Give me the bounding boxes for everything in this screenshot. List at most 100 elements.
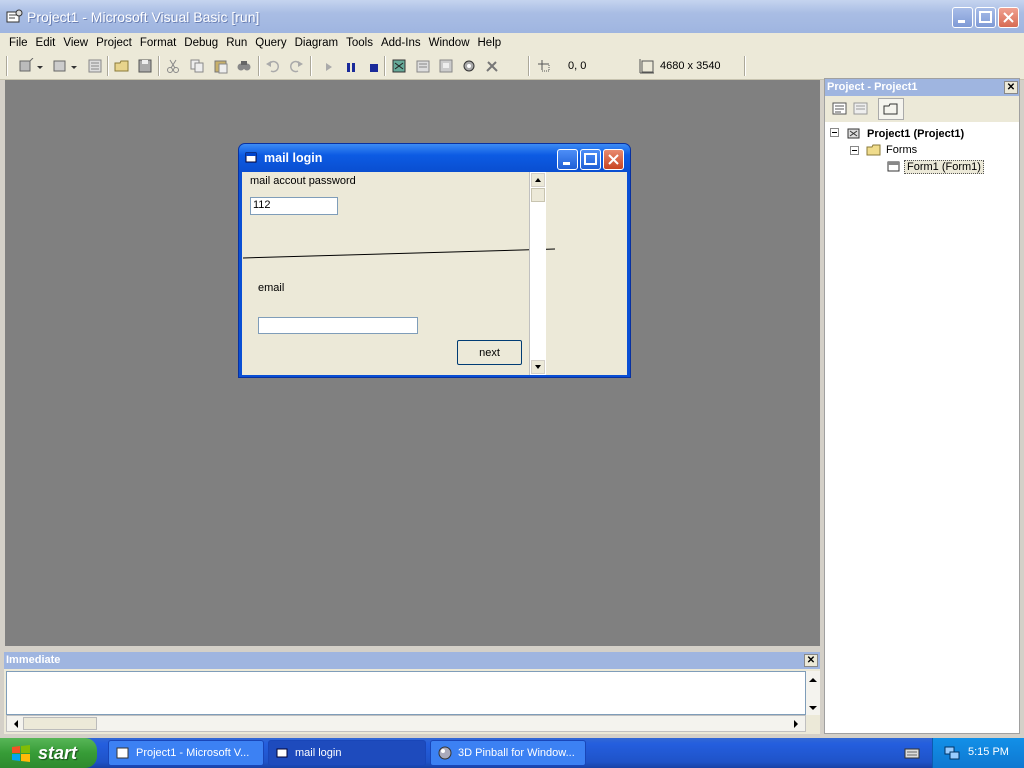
immediate-vertical-scrollbar[interactable] bbox=[806, 671, 820, 715]
menu-edit[interactable]: Edit bbox=[32, 37, 60, 49]
form-title-bar[interactable]: mail login bbox=[239, 144, 630, 172]
break-icon[interactable] bbox=[343, 58, 359, 74]
menu-file[interactable]: File bbox=[5, 37, 32, 49]
arrow-right-icon[interactable] bbox=[789, 717, 803, 731]
toggle-folders-button[interactable] bbox=[878, 98, 904, 120]
tree-form1-item[interactable]: Form1 (Form1) bbox=[904, 160, 984, 174]
project-explorer-toolbar bbox=[825, 96, 1019, 122]
taskbar-mail-login[interactable]: mail login bbox=[268, 740, 426, 766]
mail-login-form: mail login mail accout password 112 emai… bbox=[238, 143, 631, 378]
tree-project-root[interactable]: Project1 (Project1) bbox=[867, 128, 964, 140]
menu-tools[interactable]: Tools bbox=[342, 37, 377, 49]
dropdown-arrow-icon[interactable] bbox=[70, 58, 78, 74]
immediate-horizontal-scrollbar[interactable] bbox=[6, 715, 806, 732]
menu-bar: File Edit View Project Format Debug Run … bbox=[0, 33, 1024, 52]
form-icon bbox=[245, 152, 257, 163]
standard-toolbar: 0, 0 4680 x 3540 bbox=[0, 52, 1024, 80]
scroll-up-button[interactable] bbox=[531, 173, 545, 187]
start-label: start bbox=[38, 742, 78, 763]
undo-icon[interactable] bbox=[265, 58, 281, 74]
menu-editor-icon[interactable] bbox=[87, 58, 103, 74]
toolbox-icon[interactable] bbox=[484, 58, 500, 74]
arrow-up-icon bbox=[535, 178, 541, 182]
folder-icon bbox=[883, 103, 898, 115]
open-project-icon[interactable] bbox=[114, 58, 130, 74]
add-project-icon[interactable] bbox=[18, 58, 34, 74]
form-node-icon bbox=[887, 161, 900, 172]
menu-format[interactable]: Format bbox=[136, 37, 180, 49]
form-layout-icon[interactable] bbox=[438, 58, 454, 74]
horizontal-scroll-thumb[interactable] bbox=[23, 717, 97, 730]
arrow-down-icon[interactable] bbox=[806, 701, 820, 715]
password-label: mail accout password bbox=[250, 175, 356, 187]
tree-forms-folder[interactable]: Forms bbox=[886, 144, 917, 156]
menu-add-ins[interactable]: Add-Ins bbox=[377, 37, 425, 49]
properties-window-icon[interactable] bbox=[415, 58, 431, 74]
immediate-close-button[interactable]: ✕ bbox=[804, 654, 818, 667]
project-explorer-icon[interactable] bbox=[391, 58, 407, 74]
form-minimize-button[interactable] bbox=[557, 149, 578, 170]
copy-icon[interactable] bbox=[189, 58, 205, 74]
form-vertical-scrollbar[interactable] bbox=[529, 172, 546, 375]
redo-icon[interactable] bbox=[288, 58, 304, 74]
menu-project[interactable]: Project bbox=[92, 37, 136, 49]
dropdown-arrow-icon[interactable] bbox=[36, 58, 44, 74]
object-browser-icon[interactable] bbox=[461, 58, 477, 74]
menu-window[interactable]: Window bbox=[425, 37, 474, 49]
form-close-button[interactable] bbox=[603, 149, 624, 170]
menu-view[interactable]: View bbox=[59, 37, 92, 49]
taskbar: start Project1 - Microsoft V... mail log… bbox=[0, 738, 1024, 768]
scroll-thumb[interactable] bbox=[531, 188, 545, 202]
collapse-project-icon[interactable] bbox=[830, 128, 840, 138]
taskbar-item-label: Project1 - Microsoft V... bbox=[136, 747, 250, 759]
save-project-icon[interactable] bbox=[137, 58, 153, 74]
forms-folder-icon bbox=[866, 144, 881, 156]
project-explorer-title: Project - Project1 bbox=[827, 81, 918, 93]
divider-line bbox=[242, 248, 556, 259]
paste-icon[interactable] bbox=[213, 58, 229, 74]
scroll-down-button[interactable] bbox=[531, 360, 545, 374]
email-label: email bbox=[258, 282, 285, 294]
menu-debug[interactable]: Debug bbox=[180, 37, 222, 49]
maximize-button[interactable] bbox=[975, 7, 996, 28]
start-run-icon[interactable] bbox=[321, 58, 337, 74]
start-button[interactable]: start bbox=[0, 738, 97, 768]
main-title-bar[interactable]: Project1 - Microsoft Visual Basic [run] bbox=[0, 0, 1024, 33]
size-icon bbox=[639, 59, 654, 74]
keyboard-icon[interactable] bbox=[904, 746, 920, 760]
add-form-icon[interactable] bbox=[52, 58, 68, 74]
arrow-up-icon[interactable] bbox=[806, 673, 820, 687]
project-explorer-title-bar[interactable]: Project - Project1 bbox=[825, 79, 1019, 96]
menu-help[interactable]: Help bbox=[474, 37, 506, 49]
close-button[interactable] bbox=[998, 7, 1019, 28]
clock[interactable]: 5:15 PM bbox=[968, 746, 1009, 758]
immediate-title-bar[interactable]: Immediate bbox=[4, 652, 820, 669]
taskbar-pinball[interactable]: 3D Pinball for Window... bbox=[430, 740, 586, 766]
collapse-forms-icon[interactable] bbox=[850, 146, 860, 156]
project-explorer-panel: Project - Project1 ✕ Project1 (Project1)… bbox=[824, 78, 1020, 734]
password-input[interactable]: 112 bbox=[250, 197, 338, 215]
menu-diagram[interactable]: Diagram bbox=[291, 37, 342, 49]
close-icon bbox=[608, 154, 619, 165]
cut-icon[interactable] bbox=[165, 58, 181, 74]
form-maximize-button[interactable] bbox=[580, 149, 601, 170]
find-icon[interactable] bbox=[236, 58, 252, 74]
email-input[interactable] bbox=[258, 317, 418, 334]
view-object-icon[interactable] bbox=[853, 102, 869, 116]
view-code-icon[interactable] bbox=[832, 102, 848, 116]
network-icon[interactable] bbox=[943, 745, 961, 761]
taskbar-vb-project[interactable]: Project1 - Microsoft V... bbox=[108, 740, 264, 766]
project-icon bbox=[847, 128, 860, 139]
menu-query[interactable]: Query bbox=[251, 37, 290, 49]
window-title: Project1 - Microsoft Visual Basic [run] bbox=[27, 8, 260, 25]
project-explorer-close-button[interactable]: ✕ bbox=[1004, 81, 1018, 94]
end-icon[interactable] bbox=[366, 58, 382, 74]
pinball-icon bbox=[438, 746, 452, 760]
toolbar-grip[interactable] bbox=[6, 56, 8, 76]
next-button[interactable]: next bbox=[457, 340, 522, 365]
menu-run[interactable]: Run bbox=[222, 37, 251, 49]
arrow-left-icon[interactable] bbox=[9, 717, 23, 731]
immediate-title: Immediate bbox=[6, 654, 61, 666]
immediate-text-area[interactable] bbox=[6, 671, 806, 715]
minimize-button[interactable] bbox=[952, 7, 973, 28]
